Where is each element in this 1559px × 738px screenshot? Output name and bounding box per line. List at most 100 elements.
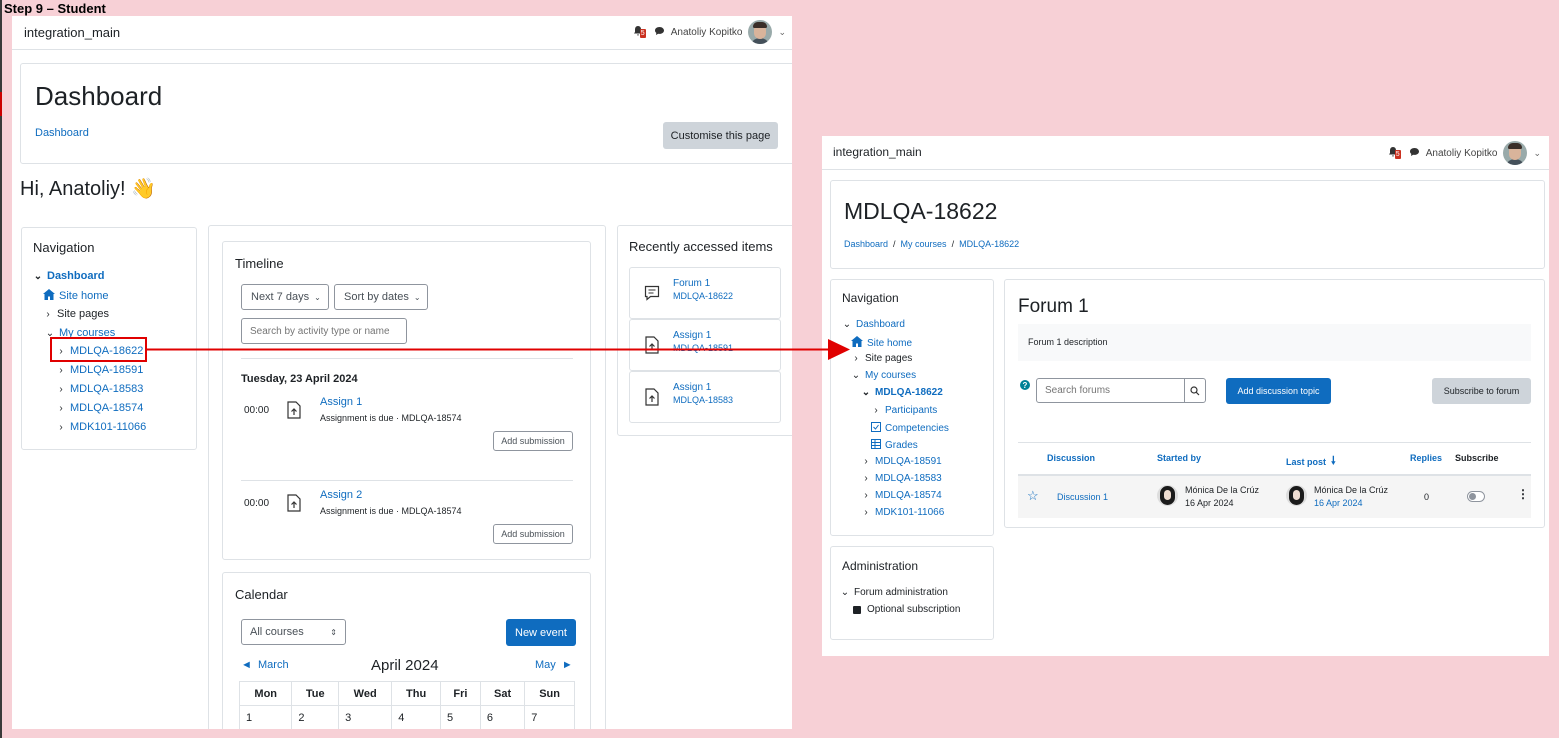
add-discussion-topic-button[interactable]: Add discussion topic (1226, 378, 1331, 404)
calendar-course-filter[interactable]: All courses ⇕ (241, 619, 346, 645)
column-started-by[interactable]: Started by (1157, 453, 1201, 463)
notifications-bell-icon[interactable]: 5 (632, 25, 648, 39)
nav-course-item[interactable]: › MDLQA-18583 (861, 473, 941, 484)
event-name-link[interactable]: Assign 2 (320, 489, 362, 501)
calendar-month-title: April 2024 (371, 657, 439, 674)
breadcrumb-course[interactable]: MDLQA-18622 (959, 239, 1019, 249)
calendar-day[interactable]: 5 (440, 705, 481, 729)
calendar-day[interactable]: 4 (391, 705, 442, 729)
nav-site-home[interactable]: Site home (43, 289, 109, 303)
site-name[interactable]: integration_main (833, 145, 922, 159)
chevron-down-icon[interactable]: ⌄ (778, 27, 786, 38)
chevron-right-icon: › (864, 473, 868, 484)
nav-participants[interactable]: › Participants (871, 405, 937, 416)
customise-page-button[interactable]: Customise this page (663, 122, 778, 149)
nav-site-pages[interactable]: › Site pages (43, 308, 109, 320)
chevron-right-icon: › (46, 308, 50, 320)
notifications-bell-icon[interactable]: 5 (1387, 146, 1403, 160)
table-icon (871, 439, 881, 452)
nav-site-home[interactable]: Site home (851, 336, 912, 350)
new-event-button[interactable]: New event (506, 619, 576, 646)
user-avatar[interactable] (1503, 141, 1528, 165)
search-forums-input[interactable] (1036, 378, 1185, 403)
discussion-link[interactable]: Discussion 1 (1057, 492, 1108, 502)
annotation-highlight-box (50, 337, 147, 362)
calendar-day[interactable]: 7 (524, 705, 575, 729)
calendar-day[interactable]: 6 (479, 705, 526, 729)
calendar-title: Calendar (235, 587, 288, 602)
user-name[interactable]: Anatoliy Kopitko (671, 27, 743, 38)
course-screenshot: integration_main 5 Anatoliy Kopitko ⌄ MD… (822, 136, 1549, 656)
notification-count-badge: 5 (1394, 150, 1401, 159)
column-discussion[interactable]: Discussion (1047, 453, 1095, 463)
chevron-down-icon[interactable]: ⌄ (1533, 148, 1541, 159)
calendar-day[interactable]: 2 (291, 705, 340, 729)
column-replies[interactable]: Replies (1410, 453, 1442, 463)
nav-site-pages[interactable]: › Site pages (851, 353, 912, 364)
chevron-right-icon: › (59, 383, 63, 395)
nav-course-item[interactable]: › MDLQA-18583 (56, 383, 143, 395)
nav-my-courses[interactable]: ⌄ My courses (851, 370, 916, 381)
breadcrumb-dashboard[interactable]: Dashboard (844, 239, 888, 249)
recent-item[interactable]: Assign 1 MDLQA-18591 (629, 319, 781, 371)
timeline-sort-dropdown[interactable]: Sort by dates ⌄ (334, 284, 428, 310)
add-submission-button[interactable]: Add submission (493, 524, 573, 544)
nav-course-item[interactable]: › MDLQA-18591 (56, 364, 143, 376)
breadcrumb-my-courses[interactable]: My courses (901, 239, 947, 249)
nav-competencies[interactable]: Competencies (871, 422, 949, 435)
event-name-link[interactable]: Assign 1 (320, 396, 362, 408)
previous-month-link[interactable]: ◄ March (241, 659, 289, 671)
course-header: MDLQA-18622 Dashboard / My courses / MDL… (830, 180, 1545, 269)
help-icon[interactable]: ? (1020, 380, 1030, 390)
left-edge-marker (0, 92, 2, 116)
messages-icon[interactable] (654, 26, 665, 39)
star-icon[interactable]: ☆ (1027, 488, 1039, 504)
calendar-day[interactable]: 1 (238, 705, 293, 729)
square-icon (853, 605, 861, 614)
nav-course-item[interactable]: › MDLQA-18574 (56, 402, 143, 414)
timeline-search-input[interactable] (241, 318, 407, 344)
nav-course-item[interactable]: › MDLQA-18574 (861, 490, 941, 501)
add-submission-button[interactable]: Add submission (493, 431, 573, 451)
top-navbar: integration_main 5 Anatoliy Kopitko ⌄ (822, 136, 1549, 170)
nav-forum-administration[interactable]: ⌄ Forum administration (840, 587, 948, 598)
top-navbar: integration_main 5 Anatoliy Kopitko ⌄ (12, 16, 792, 50)
next-month-link[interactable]: May ► (535, 659, 573, 671)
nav-course-item[interactable]: › MDK101-11066 (56, 421, 146, 433)
user-name[interactable]: Anatoliy Kopitko (1426, 148, 1498, 159)
chevron-right-icon: › (864, 490, 868, 501)
calendar-day[interactable]: 3 (338, 705, 393, 729)
timeline-filter-dropdown[interactable]: Next 7 days ⌄ (241, 284, 329, 310)
nav-current-course[interactable]: ⌄ MDLQA-18622 (861, 387, 943, 398)
nav-course-item[interactable]: › MDK101-11066 (861, 507, 944, 518)
recent-item-course: MDLQA-18622 (673, 291, 734, 301)
timeline-divider (241, 480, 573, 481)
search-icon[interactable] (1184, 378, 1206, 403)
breadcrumb-separator: / (951, 239, 955, 249)
calendar-block: Calendar All courses ⇕ New event ◄ March … (222, 572, 591, 729)
recent-item[interactable]: Assign 1 MDLQA-18583 (629, 371, 781, 423)
table-row: ☆ Discussion 1 Mónica De la Crúz 16 Apr … (1018, 476, 1531, 518)
assignment-icon (642, 386, 662, 408)
subscribe-toggle[interactable] (1467, 491, 1485, 502)
more-options-icon[interactable]: ⋮ (1517, 487, 1529, 501)
recent-item-name: Assign 1 (673, 382, 712, 393)
calendar-grid: Mon Tue Wed Thu Fri Sat Sun 1 2 3 4 5 6 … (238, 681, 575, 729)
nav-optional-subscription[interactable]: Optional subscription (853, 604, 960, 615)
breadcrumb: Dashboard / My courses / MDLQA-18622 (844, 239, 1019, 249)
nav-course-item[interactable]: › MDLQA-18591 (861, 456, 941, 467)
timeline-title: Timeline (235, 256, 284, 271)
subscribe-to-forum-button[interactable]: Subscribe to forum (1432, 378, 1531, 404)
recent-item[interactable]: Forum 1 MDLQA-18622 (629, 267, 781, 319)
nav-dashboard[interactable]: ⌄ Dashboard (842, 319, 905, 330)
column-last-post[interactable]: Last post 🠗 (1286, 452, 1336, 471)
site-name[interactable]: integration_main (24, 25, 120, 40)
nav-dashboard[interactable]: ⌄ Dashboard (33, 270, 105, 282)
breadcrumb-dashboard[interactable]: Dashboard (35, 127, 89, 139)
last-post-date-link[interactable]: 16 Apr 2024 (1314, 498, 1363, 508)
chevron-down-icon: ⌄ (840, 587, 850, 598)
nav-grades[interactable]: Grades (871, 439, 918, 452)
user-avatar[interactable] (748, 20, 773, 44)
messages-icon[interactable] (1409, 147, 1420, 160)
navigation-title: Navigation (842, 291, 899, 305)
